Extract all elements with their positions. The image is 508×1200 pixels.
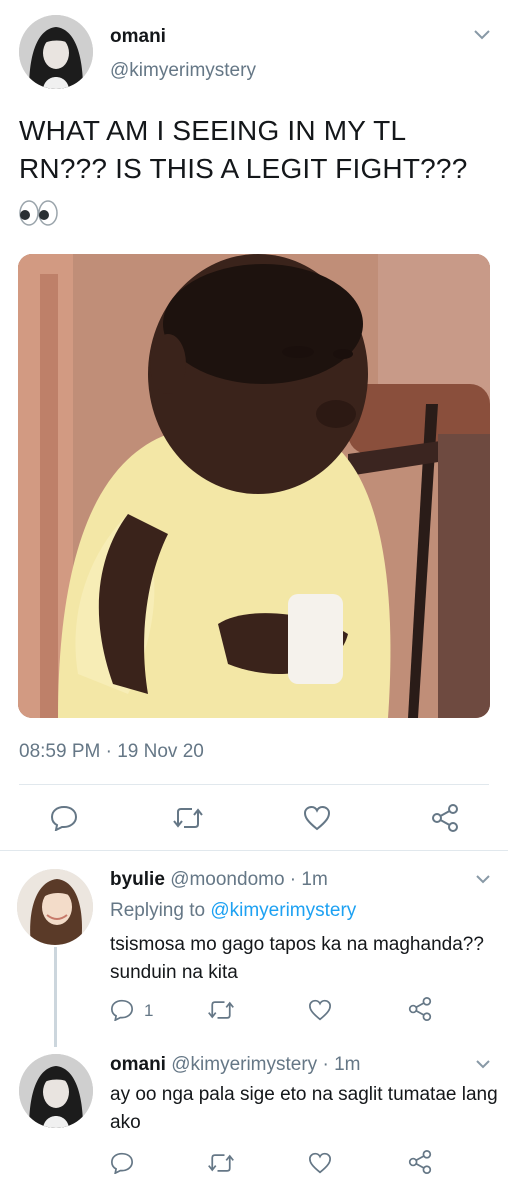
author-handle[interactable]: @moondomo · 1m bbox=[170, 869, 328, 890]
like-icon[interactable] bbox=[308, 999, 332, 1021]
share-icon[interactable] bbox=[408, 997, 432, 1021]
reply-icon[interactable] bbox=[110, 999, 134, 1021]
divider bbox=[19, 784, 489, 785]
main-tweet: omani @kimyerimystery WHAT AM I SEEING I… bbox=[0, 0, 508, 850]
eyes-emoji-icon bbox=[19, 200, 59, 226]
avatar[interactable] bbox=[19, 1054, 93, 1128]
tweet-actions bbox=[0, 800, 508, 836]
share-icon[interactable] bbox=[431, 804, 459, 832]
author-name[interactable]: omani bbox=[110, 1054, 166, 1075]
reply-tweet[interactable]: byulie @moondomo · 1m Replying to @kimye… bbox=[0, 851, 508, 1041]
replying-label: Replying to bbox=[110, 900, 206, 921]
replying-to-link[interactable]: @kimyerimystery bbox=[210, 900, 356, 921]
retweet-icon[interactable] bbox=[172, 806, 204, 830]
author-handle[interactable]: @kimyerimystery bbox=[110, 60, 256, 82]
author-name[interactable]: byulie bbox=[110, 869, 165, 890]
tweet-text: WHAT AM I SEEING IN MY TL RN??? IS THIS … bbox=[19, 115, 468, 184]
tweet-media-image[interactable] bbox=[18, 254, 490, 718]
author-handle[interactable]: @kimyerimystery · 1m bbox=[171, 1054, 360, 1075]
avatar[interactable] bbox=[19, 15, 93, 89]
tweet-timestamp[interactable]: 08:59 PM · 19 Nov 20 bbox=[19, 741, 204, 763]
reply-header: omani @kimyerimystery · 1m bbox=[110, 1054, 360, 1076]
avatar[interactable] bbox=[17, 869, 93, 945]
chevron-down-icon[interactable] bbox=[472, 28, 492, 42]
author-name[interactable]: omani bbox=[110, 26, 166, 48]
retweet-icon[interactable] bbox=[207, 999, 235, 1021]
share-icon[interactable] bbox=[408, 1150, 432, 1174]
replying-to: Replying to @kimyerimystery bbox=[110, 900, 356, 922]
chevron-down-icon[interactable] bbox=[474, 1058, 492, 1070]
reply-header: byulie @moondomo · 1m bbox=[110, 869, 328, 891]
like-icon[interactable] bbox=[308, 1152, 332, 1174]
reply-icon[interactable] bbox=[50, 805, 78, 831]
chevron-down-icon[interactable] bbox=[474, 873, 492, 885]
retweet-icon[interactable] bbox=[207, 1152, 235, 1174]
reply-tweet[interactable]: omani @kimyerimystery · 1m ay oo nga pal… bbox=[0, 1040, 508, 1200]
reply-icon[interactable] bbox=[110, 1152, 134, 1174]
reply-count: 1 bbox=[144, 1001, 154, 1020]
like-icon[interactable] bbox=[303, 805, 331, 831]
reply-text: tsismosa mo gago tapos ka na maghanda?? … bbox=[110, 934, 484, 983]
reply-text: ay oo nga pala sige eto na saglit tumata… bbox=[110, 1084, 498, 1133]
thread-line bbox=[54, 947, 57, 1047]
